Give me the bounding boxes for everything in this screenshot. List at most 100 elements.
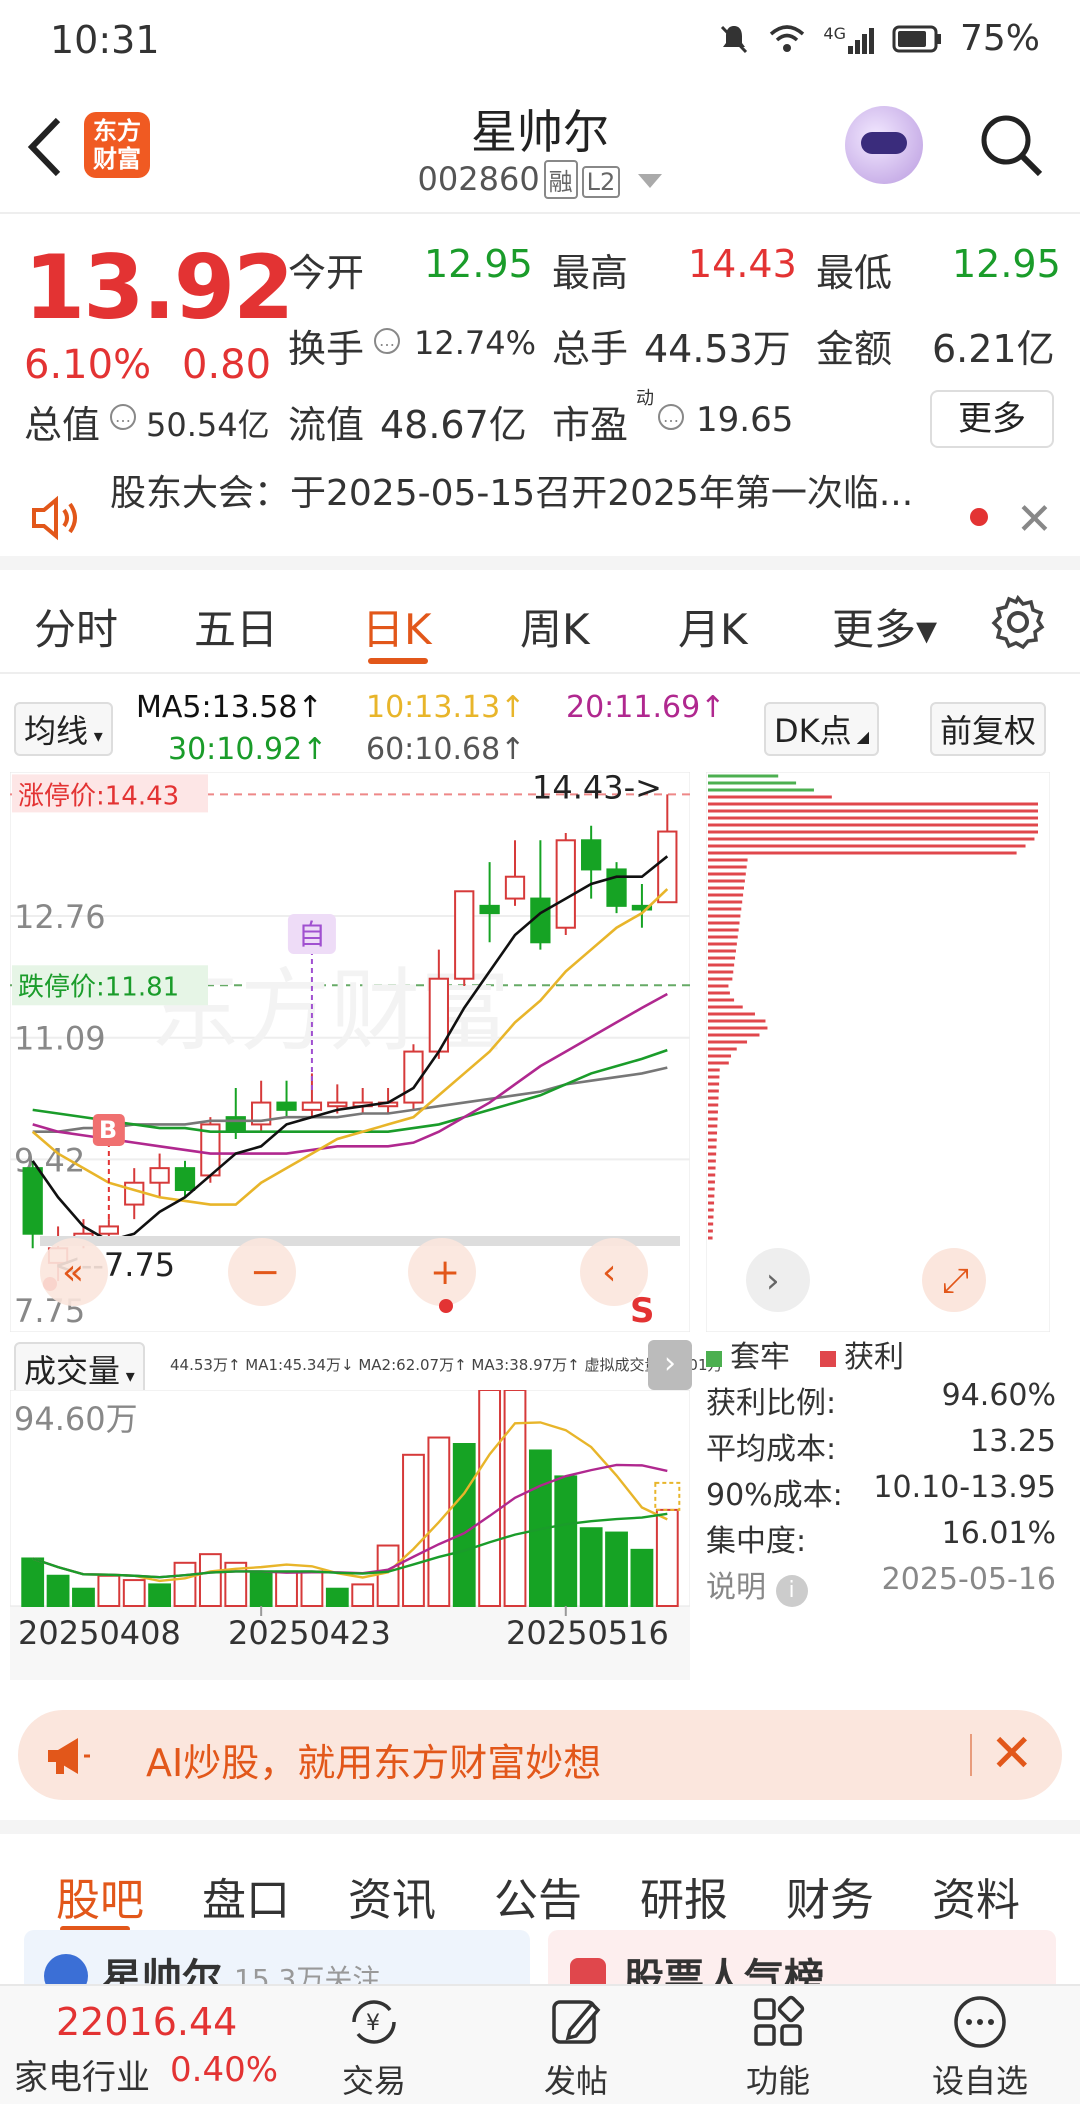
ma20-value: 20:11.69↑ — [566, 690, 726, 725]
legend-profit-label: 获利 — [844, 1340, 904, 1375]
volume-legend: 44.53万↑ MA1:45.34万↓ MA2:62.07万↑ MA3:38.9… — [170, 1356, 723, 1374]
tab-intraday[interactable]: 分时 — [34, 596, 118, 657]
kline-chart[interactable]: 东方财富 12.76 11.09 9.42 7.75 涨停价:14.43 跌停价:11.81… — [9, 768, 691, 1333]
change-percent: 6.10% — [24, 342, 152, 388]
volume-bar — [173, 1561, 197, 1608]
tab-announcements[interactable]: 公告 — [494, 1864, 582, 1928]
float-value: 48.67亿 — [380, 403, 527, 447]
tab-profile[interactable]: 资料 — [932, 1864, 1020, 1928]
close-icon[interactable]: ✕ — [1016, 494, 1053, 545]
mktcap-value: 50.54亿 — [146, 406, 270, 444]
tab-panko[interactable]: 盘口 — [202, 1864, 290, 1928]
tab-research[interactable]: 研报 — [640, 1864, 728, 1928]
ma-selector[interactable]: 均线 ▾ — [14, 702, 113, 756]
volume-bar — [148, 1583, 172, 1607]
cost90-label: 90%成本: — [706, 1478, 843, 1513]
cost90-row: 90%成本: 10.10-13.95 — [706, 1470, 1056, 1516]
more-button[interactable]: 更多 — [930, 390, 1054, 448]
cost90-value: 10.10-13.95 — [873, 1470, 1056, 1505]
network-type: 4G — [823, 23, 846, 43]
chip-date: 2025-05-16 — [881, 1562, 1056, 1597]
volume-bar — [554, 1475, 578, 1608]
chip-stats: 套牢 获利 获利比例: 94.60% 平均成本: 13.25 90%成本: 10.10… — [706, 1332, 1056, 1608]
volume-bar — [21, 1557, 45, 1607]
tab-five-day[interactable]: 五日 — [194, 596, 278, 657]
candle-body — [174, 1167, 196, 1191]
expand-arrow-icon[interactable]: › — [648, 1340, 692, 1390]
open-label: 今开 — [288, 251, 365, 295]
avg-cost-label: 平均成本: — [706, 1432, 837, 1467]
speaker-icon — [28, 490, 84, 546]
popularity-card[interactable]: 股票人气榜 — [548, 1930, 1056, 2002]
info-icon[interactable]: … — [658, 404, 684, 430]
industry-change: 0.40% — [170, 2050, 279, 2090]
tab-guba[interactable]: 股吧 — [56, 1864, 144, 1928]
search-icon[interactable] — [978, 112, 1043, 177]
close-icon[interactable]: ✕ — [990, 1724, 1034, 1784]
info-icon[interactable]: … — [374, 328, 400, 354]
volume-label: 总手 — [552, 327, 629, 371]
zoom-in-icon-glyph: + — [430, 1252, 460, 1293]
buy-marker: B — [99, 1116, 117, 1144]
stock-code-row[interactable]: 002860 融 L2 — [0, 160, 1080, 199]
post-button[interactable]: 发帖 — [506, 1994, 646, 2102]
ai-robot-avatar-icon[interactable] — [845, 106, 923, 184]
chip-note-row[interactable]: 说明 i 2025-05-16 — [706, 1562, 1056, 1608]
auto-marker: 自 — [298, 918, 326, 951]
post-label: 发帖 — [543, 2062, 608, 2100]
adjust-selector[interactable]: 前复权 — [930, 702, 1047, 756]
megaphone-icon — [44, 1732, 92, 1784]
dk-point-toggle[interactable]: DK点 ◢ — [764, 702, 880, 756]
active-tab-indicator — [368, 658, 428, 664]
volume-chart[interactable]: 94.60万 20250408 20250423 20250516 — [9, 1389, 691, 1680]
candle-body — [98, 1225, 119, 1235]
unread-dot — [970, 508, 988, 526]
indicator-selector[interactable]: 成交量 ▾ — [14, 1342, 145, 1396]
chip-expand-icon-glyph: ⤢ — [942, 1261, 969, 1301]
tab-monthly-k[interactable]: 月K — [678, 596, 748, 657]
tab-weekly-k[interactable]: 周K — [520, 596, 590, 657]
margin-tag: 融 — [543, 160, 578, 199]
high-marker: 14.43-> — [532, 772, 662, 806]
volume-bar — [46, 1574, 70, 1607]
volume-bar — [452, 1443, 476, 1607]
gear-icon[interactable] — [990, 594, 1046, 654]
concentration-value: 16.01% — [941, 1516, 1056, 1551]
volume-bar — [122, 1579, 146, 1608]
pe-dynamic-sup: 动 — [636, 388, 654, 409]
chip-distribution[interactable]: › ⤢ — [705, 771, 1051, 1333]
rewind-icon-glyph: « — [62, 1252, 84, 1293]
add-watchlist-button[interactable]: 设自选 — [910, 1994, 1050, 2102]
candle-body — [454, 890, 475, 980]
legend-profit: 获利 — [804, 1332, 904, 1378]
industry-index-value[interactable]: 22016.44 — [56, 2000, 237, 2044]
industry-label[interactable]: 家电行业 — [14, 2050, 150, 2099]
x-tick-label: 20250423 — [228, 1614, 391, 1652]
trade-button[interactable]: ¥ 交易 — [304, 1994, 444, 2102]
ai-banner[interactable]: AI炒股，就用东方财富妙想 ✕ — [18, 1710, 1062, 1800]
candle-body — [479, 904, 500, 915]
volume-bar — [325, 1587, 349, 1608]
wifi-icon — [770, 24, 805, 52]
profit-ratio-value: 94.60% — [941, 1378, 1056, 1413]
candle-body — [657, 830, 678, 904]
tab-finance[interactable]: 财务 — [786, 1864, 874, 1928]
tab-daily-k[interactable]: 日K — [362, 596, 432, 657]
stock-bar-card[interactable]: 星帅尔 15.3万关注 — [24, 1930, 530, 2002]
note-label: 说明 — [706, 1570, 766, 1605]
tab-more[interactable]: 更多▾ — [832, 596, 937, 657]
info-icon[interactable]: … — [110, 404, 136, 430]
notice-bar[interactable]: 股东大会：于2025-05-15召开2025年第一次临... ✕ — [0, 464, 1080, 570]
profit-ratio-label: 获利比例: — [706, 1386, 837, 1421]
battery-icon — [892, 25, 941, 52]
ai-banner-text: AI炒股，就用东方财富妙想 — [146, 1741, 602, 1785]
kline-svg[interactable]: 东方财富12.7611.099.427.75涨停价:14.43跌停价:11.81… — [9, 768, 691, 1333]
limit-up-label: 涨停价:14.43 — [18, 781, 179, 811]
signal-icon: 4G — [823, 24, 874, 54]
chip-next-icon-glyph: › — [766, 1261, 780, 1301]
tab-news[interactable]: 资讯 — [348, 1864, 436, 1928]
functions-button[interactable]: 功能 — [708, 1994, 848, 2102]
volume-bar — [249, 1570, 273, 1608]
grid-icon — [750, 1994, 806, 2050]
add-watchlist-label: 设自选 — [931, 2062, 1028, 2100]
